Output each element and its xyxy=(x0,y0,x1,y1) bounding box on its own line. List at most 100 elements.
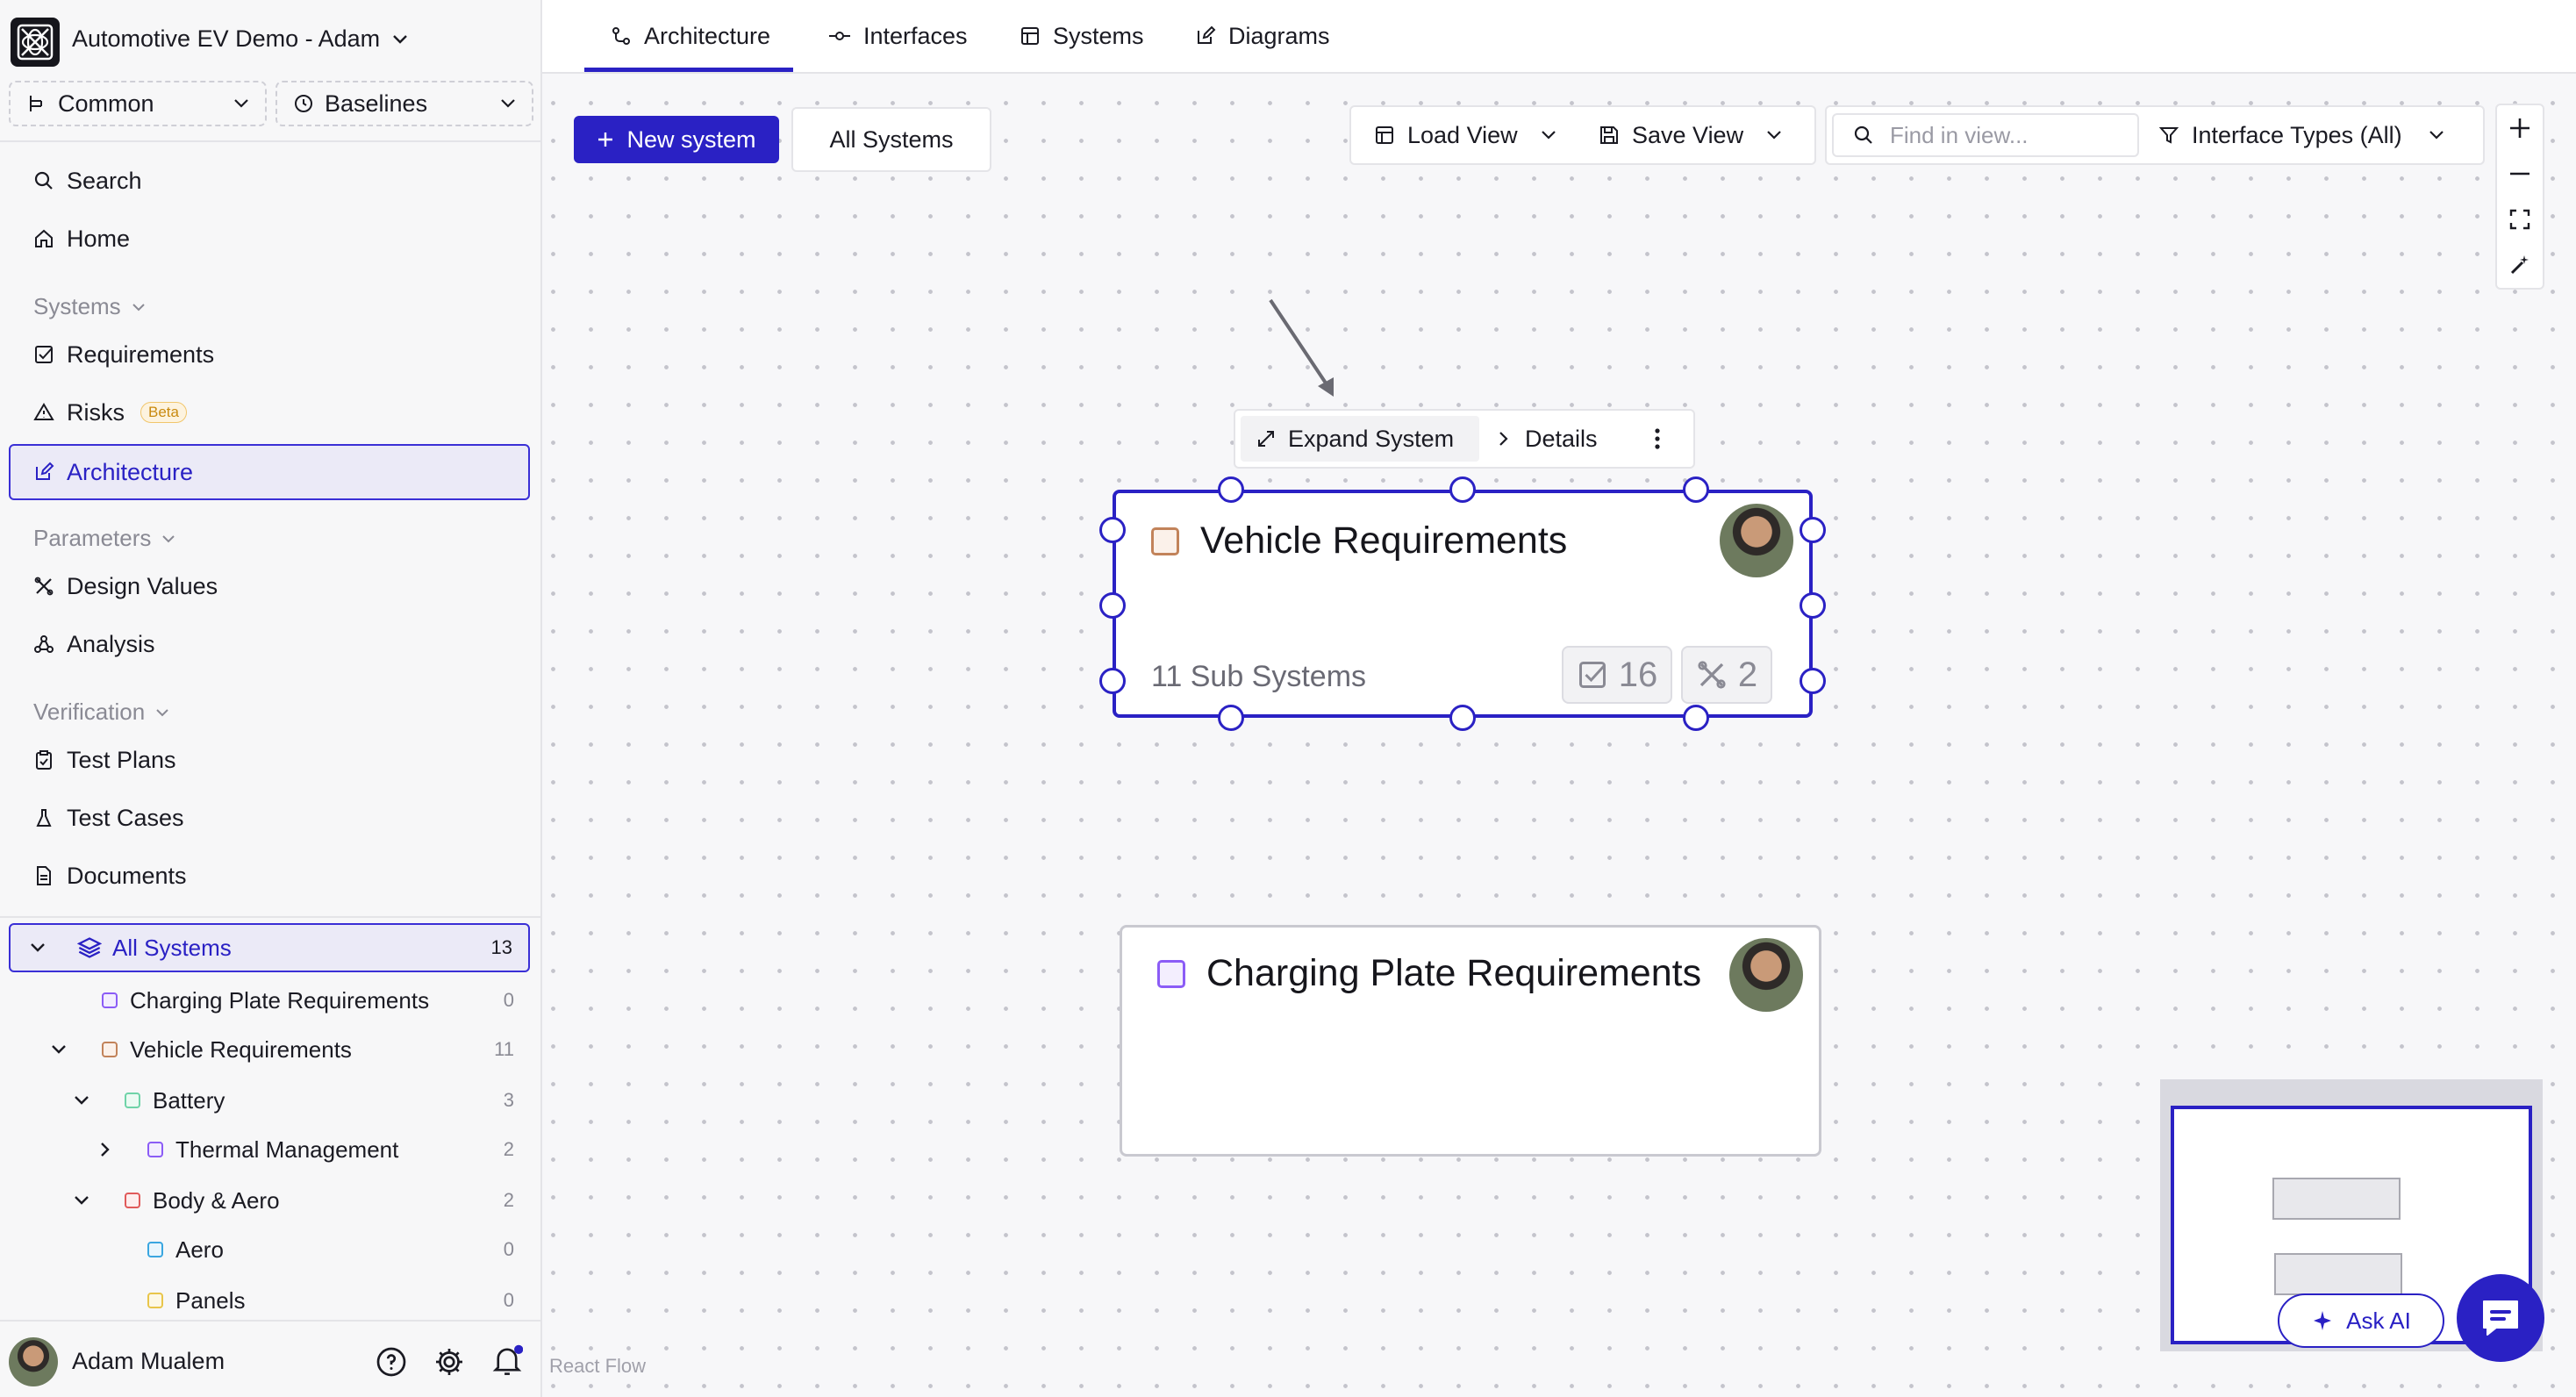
user-name: Adam Mualem xyxy=(72,1348,225,1374)
subsystems-count: 11 Sub Systems xyxy=(1151,660,1367,693)
section-systems[interactable]: Systems xyxy=(33,293,146,320)
tab-diagrams[interactable]: Diagrams xyxy=(1195,0,1330,72)
workspace-switcher[interactable]: Automotive EV Demo - Adam xyxy=(72,25,408,53)
nav-test-cases[interactable]: Test Cases xyxy=(9,792,530,844)
chevron-down-icon[interactable] xyxy=(74,1195,89,1206)
chevron-down-icon xyxy=(393,34,408,44)
ask-ai-button[interactable]: Ask AI xyxy=(2278,1293,2444,1348)
chevron-right-icon[interactable] xyxy=(100,1142,111,1157)
interface-icon xyxy=(829,32,850,40)
tree-item-aero[interactable]: Aero 0 xyxy=(9,1225,530,1274)
connection-handle[interactable] xyxy=(1449,476,1476,503)
new-system-button[interactable]: New system xyxy=(574,116,779,163)
connection-handle[interactable] xyxy=(1683,705,1709,731)
expand-icon xyxy=(1258,431,1274,447)
flow-canvas[interactable]: New system All Systems Load View Save Vi… xyxy=(542,74,2576,1397)
history-icon xyxy=(295,95,312,112)
section-parameters[interactable]: Parameters xyxy=(33,525,175,552)
requirements-count-badge[interactable]: 16 xyxy=(1562,646,1672,704)
auto-layout-button[interactable] xyxy=(2497,242,2543,288)
nav-risks[interactable]: Risks Beta xyxy=(9,386,530,439)
interface-types-filter[interactable]: Interface Types (All) xyxy=(2158,107,2444,163)
connection-handle[interactable] xyxy=(1800,668,1826,694)
connection-handle[interactable] xyxy=(1099,517,1126,543)
branch-select[interactable]: Common xyxy=(9,81,267,126)
tree-item-charging-plate[interactable]: Charging Plate Requirements 0 xyxy=(9,976,530,1025)
section-parameters-label: Parameters xyxy=(33,525,152,551)
connection-handle[interactable] xyxy=(1218,705,1244,731)
save-view-button[interactable]: Save View xyxy=(1599,107,1782,163)
chevron-down-icon xyxy=(156,708,168,716)
owner-avatar[interactable] xyxy=(1720,504,1793,577)
chevron-down-icon[interactable] xyxy=(51,1044,67,1055)
expand-system-button[interactable]: Expand System xyxy=(1241,416,1479,462)
more-vertical-icon[interactable] xyxy=(1653,426,1662,453)
nav-analysis[interactable]: Analysis xyxy=(9,618,530,670)
bell-icon[interactable] xyxy=(491,1344,523,1378)
gear-icon[interactable] xyxy=(433,1346,465,1378)
load-view-button[interactable]: Load View xyxy=(1374,107,1556,163)
find-in-view-input[interactable]: Find in view... xyxy=(1832,113,2139,157)
chevron-right-icon xyxy=(1499,432,1508,446)
filter-icon xyxy=(2158,127,2179,144)
tab-interfaces[interactable]: Interfaces xyxy=(828,0,968,72)
tree-item-count: 0 xyxy=(503,1289,514,1311)
tree-item-thermal-management[interactable]: Thermal Management 2 xyxy=(9,1125,530,1174)
requirements-count: 16 xyxy=(1618,655,1658,694)
connection-handle[interactable] xyxy=(1449,705,1476,731)
design-values-count-badge[interactable]: 2 xyxy=(1681,646,1772,704)
tree-item-panels[interactable]: Panels 0 xyxy=(9,1276,530,1325)
section-verification[interactable]: Verification xyxy=(33,698,169,726)
nav-architecture[interactable]: Architecture xyxy=(9,444,530,500)
system-node-charging-plate[interactable]: Charging Plate Requirements xyxy=(1120,925,1821,1157)
tree-item-body-aero[interactable]: Body & Aero 2 xyxy=(9,1176,530,1225)
fit-view-button[interactable] xyxy=(2497,197,2543,242)
connection-handle[interactable] xyxy=(1800,592,1826,619)
react-flow-attribution[interactable]: React Flow xyxy=(549,1355,646,1378)
workspace-logo[interactable] xyxy=(11,18,60,67)
node-checkbox[interactable] xyxy=(1157,959,1185,988)
nav-test-plans[interactable]: Test Plans xyxy=(9,734,530,786)
chevron-down-icon[interactable] xyxy=(30,942,46,953)
node-title-text: Charging Plate Requirements xyxy=(1206,952,1702,994)
layout-icon xyxy=(1376,126,1393,144)
zoom-out-button[interactable] xyxy=(2497,151,2543,197)
chat-button[interactable] xyxy=(2457,1274,2544,1362)
nav-requirements[interactable]: Requirements xyxy=(9,328,530,381)
fullscreen-icon xyxy=(2509,209,2530,230)
connection-handle[interactable] xyxy=(1800,517,1826,543)
help-icon[interactable] xyxy=(376,1346,407,1378)
interface-types-label: Interface Types (All) xyxy=(2192,121,2402,148)
node-checkbox[interactable] xyxy=(1151,527,1179,555)
layers-icon xyxy=(77,937,102,958)
tree-item-battery[interactable]: Battery 3 xyxy=(9,1076,530,1125)
avatar[interactable] xyxy=(9,1337,58,1386)
chevron-down-icon[interactable] xyxy=(74,1095,89,1106)
nav-architecture-label: Architecture xyxy=(67,458,194,485)
chevron-down-icon xyxy=(1541,131,1556,140)
nav-home[interactable]: Home xyxy=(9,212,530,265)
nav-design-values[interactable]: Design Values xyxy=(9,560,530,613)
tree-root-all-systems[interactable]: All Systems 13 xyxy=(9,923,530,972)
connection-handle[interactable] xyxy=(1099,592,1126,619)
connection-handle[interactable] xyxy=(1218,476,1244,503)
checkbox-icon xyxy=(35,346,53,363)
connection-handle[interactable] xyxy=(1099,668,1126,694)
tab-architecture[interactable]: Architecture xyxy=(583,0,794,72)
connection-handle[interactable] xyxy=(1683,476,1709,503)
tree-item-label: Charging Plate Requirements xyxy=(130,986,430,1014)
tree-item-vehicle-requirements[interactable]: Vehicle Requirements 11 xyxy=(9,1025,530,1074)
all-systems-button[interactable]: All Systems xyxy=(791,107,991,172)
tab-systems[interactable]: Systems xyxy=(1020,0,1144,72)
details-label: Details xyxy=(1525,425,1598,452)
details-button[interactable]: Details xyxy=(1499,416,1598,462)
nav-search[interactable]: Search xyxy=(9,154,530,207)
tree-item-label: Panels xyxy=(175,1286,246,1314)
chevron-down-icon xyxy=(501,99,515,108)
owner-avatar[interactable] xyxy=(1729,938,1803,1012)
nav-documents[interactable]: Documents xyxy=(9,849,530,902)
baselines-select[interactable]: Baselines xyxy=(275,81,533,126)
top-tabs: Architecture Interfaces Systems Diagrams xyxy=(542,0,2576,74)
zoom-in-button[interactable] xyxy=(2497,105,2543,151)
system-node-vehicle-requirements[interactable]: Vehicle Requirements 11 Sub Systems 16 2 xyxy=(1113,490,1813,718)
